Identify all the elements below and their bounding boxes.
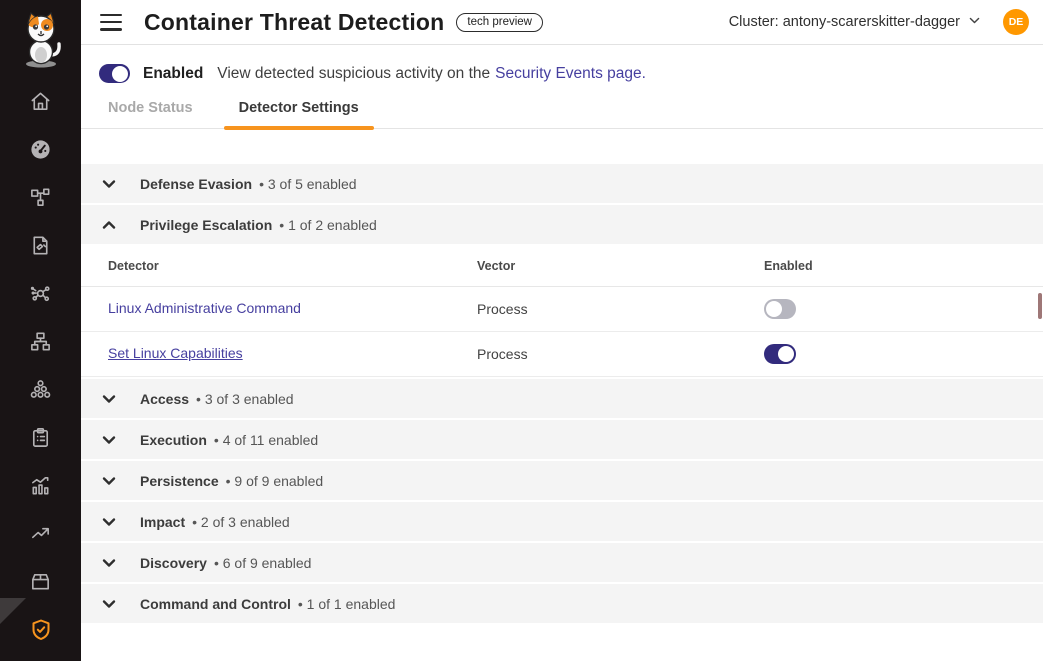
chevron-down-icon [101, 391, 117, 407]
chevron-down-icon [101, 555, 117, 571]
section-label: Command and Control [140, 596, 291, 612]
trends-icon [29, 522, 52, 550]
section-command-and-control[interactable]: Command and Control • 1 of 1 enabled [81, 584, 1043, 623]
detector-table-header: Detector Vector Enabled [81, 246, 1043, 287]
compliance-clipboard-icon [29, 426, 52, 454]
section-count: • 1 of 1 enabled [298, 596, 396, 612]
cluster-selector[interactable]: Cluster: antony-scarerskitter-dagger [729, 14, 981, 31]
section-privilege-escalation[interactable]: Privilege Escalation • 1 of 2 enabled [81, 205, 1043, 244]
section-label: Privilege Escalation [140, 217, 272, 233]
section-label: Defense Evasion [140, 176, 252, 192]
column-header-detector: Detector [108, 259, 477, 273]
section-access[interactable]: Access • 3 of 3 enabled [81, 379, 1043, 418]
network-topology-icon [29, 330, 52, 358]
detector-toggle[interactable] [764, 344, 796, 364]
chevron-up-icon [101, 217, 117, 233]
sidebar-item-network-flow[interactable] [0, 176, 81, 224]
table-row: Set Linux Capabilities Process [81, 332, 1043, 377]
banner-description: View detected suspicious activity on the [217, 65, 490, 83]
sidebar-item-service-graph[interactable] [0, 272, 81, 320]
section-count: • 3 of 5 enabled [259, 176, 357, 192]
section-label: Discovery [140, 555, 207, 571]
chevron-down-icon [101, 514, 117, 530]
threat-defense-shield-icon [29, 617, 53, 647]
tab-node-status[interactable]: Node Status [108, 100, 193, 128]
section-persistence[interactable]: Persistence • 9 of 9 enabled [81, 461, 1043, 500]
menu-button[interactable] [100, 14, 122, 31]
section-count: • 4 of 11 enabled [214, 432, 318, 448]
detector-link-linux-administrative-command[interactable]: Linux Administrative Command [108, 300, 301, 316]
sidebar-item-policies[interactable] [0, 224, 81, 272]
sidebar-item-logs[interactable] [0, 464, 81, 512]
home-icon [29, 90, 52, 118]
calico-cat-logo[interactable] [18, 8, 64, 72]
user-avatar[interactable]: DE [1003, 9, 1029, 35]
packages-box-icon [29, 570, 52, 598]
detector-table: Detector Vector Enabled Linux Administra… [81, 246, 1043, 377]
detector-link-set-linux-capabilities[interactable]: Set Linux Capabilities [108, 345, 243, 361]
tab-detector-settings[interactable]: Detector Settings [224, 100, 374, 128]
sidebar-item-trends[interactable] [0, 512, 81, 560]
chevron-down-icon [101, 596, 117, 612]
table-row: Linux Administrative Command Process [81, 287, 1043, 332]
section-count: • 6 of 9 enabled [214, 555, 312, 571]
sidebar-nav [0, 0, 81, 661]
network-flow-icon [29, 186, 52, 214]
chevron-down-icon [101, 176, 117, 192]
column-header-vector: Vector [477, 259, 764, 273]
section-count: • 9 of 9 enabled [226, 473, 324, 489]
section-label: Persistence [140, 473, 219, 489]
policies-edit-icon [29, 234, 52, 262]
section-discovery[interactable]: Discovery • 6 of 9 enabled [81, 543, 1043, 582]
sidebar-item-network-topology[interactable] [0, 320, 81, 368]
app-window: Container Threat Detection tech preview … [0, 0, 1043, 661]
detection-enabled-toggle[interactable] [99, 64, 130, 83]
section-count: • 2 of 3 enabled [192, 514, 290, 530]
nodes-icon [29, 378, 52, 406]
sidebar-item-compliance[interactable] [0, 416, 81, 464]
dashboard-icon [29, 138, 52, 166]
section-label: Impact [140, 514, 185, 530]
section-impact[interactable]: Impact • 2 of 3 enabled [81, 502, 1043, 541]
chevron-down-icon [101, 473, 117, 489]
section-count: • 1 of 2 enabled [279, 217, 377, 233]
sidebar-corner-decoration [0, 598, 26, 624]
chevron-down-icon [101, 432, 117, 448]
detection-status-banner: Enabled View detected suspicious activit… [81, 45, 1043, 83]
service-graph-icon [29, 282, 52, 310]
tech-preview-badge: tech preview [456, 13, 543, 32]
sidebar-item-nodes[interactable] [0, 368, 81, 416]
sidebar-item-dashboard[interactable] [0, 128, 81, 176]
main-area: Container Threat Detection tech preview … [81, 0, 1043, 661]
column-header-enabled: Enabled [764, 259, 1043, 273]
sidebar-item-home[interactable] [0, 80, 81, 128]
chevron-down-icon [968, 14, 981, 31]
logs-chart-icon [29, 474, 52, 502]
section-label: Access [140, 391, 189, 407]
security-events-link[interactable]: Security Events page. [495, 65, 646, 83]
vector-value: Process [477, 301, 764, 317]
section-defense-evasion[interactable]: Defense Evasion • 3 of 5 enabled [81, 164, 1043, 203]
cluster-selector-label: Cluster: antony-scarerskitter-dagger [729, 14, 960, 30]
detector-toggle[interactable] [764, 299, 796, 319]
section-execution[interactable]: Execution • 4 of 11 enabled [81, 420, 1043, 459]
enabled-label: Enabled [143, 65, 203, 83]
section-count: • 3 of 3 enabled [196, 391, 294, 407]
section-label: Execution [140, 432, 207, 448]
page-title: Container Threat Detection [144, 9, 444, 36]
vector-value: Process [477, 346, 764, 362]
sidebar-icon-list [0, 80, 81, 656]
detector-accordion: Defense Evasion • 3 of 5 enabled Privile… [81, 164, 1043, 625]
top-bar: Container Threat Detection tech preview … [81, 0, 1043, 45]
tab-bar: Node Status Detector Settings [81, 100, 1043, 129]
scrollbar-thumb[interactable] [1038, 293, 1042, 319]
